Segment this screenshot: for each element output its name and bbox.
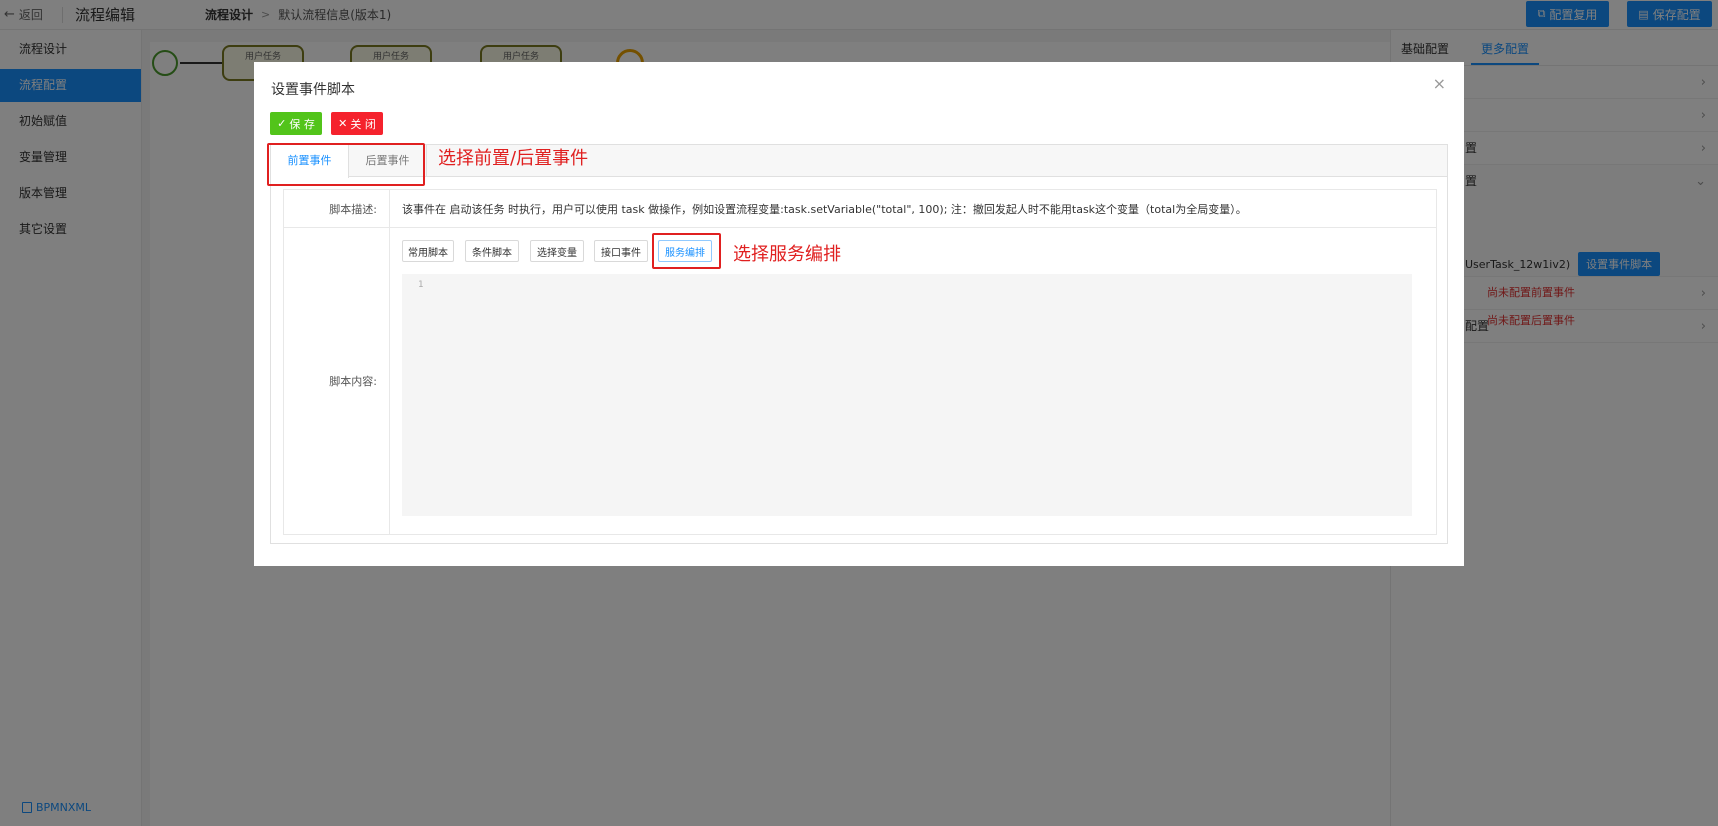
annotation-box-service <box>652 233 721 269</box>
close-label: 关 闭 <box>350 117 376 131</box>
desc-label: 脚本描述: <box>284 190 390 227</box>
select-variable-button[interactable]: 选择变量 <box>530 240 584 262</box>
save-button[interactable]: ✓ 保 存 <box>270 112 322 135</box>
close-button[interactable]: ✕ 关 闭 <box>331 112 383 135</box>
annotation-note-service: 选择服务编排 <box>733 244 841 265</box>
common-script-button[interactable]: 常用脚本 <box>402 240 454 262</box>
script-editor[interactable]: 1 <box>402 274 1412 516</box>
desc-text: 该事件在 启动该任务 时执行，用户可以使用 task 做操作，例如设置流程变量:… <box>402 202 1247 216</box>
content-label: 脚本内容: <box>284 228 390 534</box>
line-number: 1 <box>418 280 424 290</box>
dialog-title: 设置事件脚本 <box>271 82 355 98</box>
annotation-box-tabs <box>267 143 425 186</box>
condition-script-button[interactable]: 条件脚本 <box>465 240 519 262</box>
content-area: 常用脚本 条件脚本 选择变量 接口事件 服务编排 1 <box>390 228 1436 534</box>
event-tabs-container: 前置事件 后置事件 脚本描述: 该事件在 启动该任务 时执行，用户可以使用 ta… <box>270 144 1448 544</box>
desc-row: 脚本描述: 该事件在 启动该任务 时执行，用户可以使用 task 做操作，例如设… <box>284 190 1436 228</box>
save-label: 保 存 <box>289 117 315 131</box>
event-script-dialog: 设置事件脚本 × ✓ 保 存 ✕ 关 闭 前置事件 后置事件 脚本描述: 该事件… <box>254 62 1464 566</box>
check-icon: ✓ <box>277 117 287 130</box>
script-form: 脚本描述: 该事件在 启动该任务 时执行，用户可以使用 task 做操作，例如设… <box>283 189 1437 535</box>
close-icon[interactable]: × <box>1433 74 1446 93</box>
annotation-note-tabs: 选择前置/后置事件 <box>438 148 589 169</box>
content-row: 脚本内容: 常用脚本 条件脚本 选择变量 接口事件 服务编排 1 <box>284 228 1436 534</box>
x-icon: ✕ <box>338 117 348 130</box>
api-event-button[interactable]: 接口事件 <box>594 240 648 262</box>
